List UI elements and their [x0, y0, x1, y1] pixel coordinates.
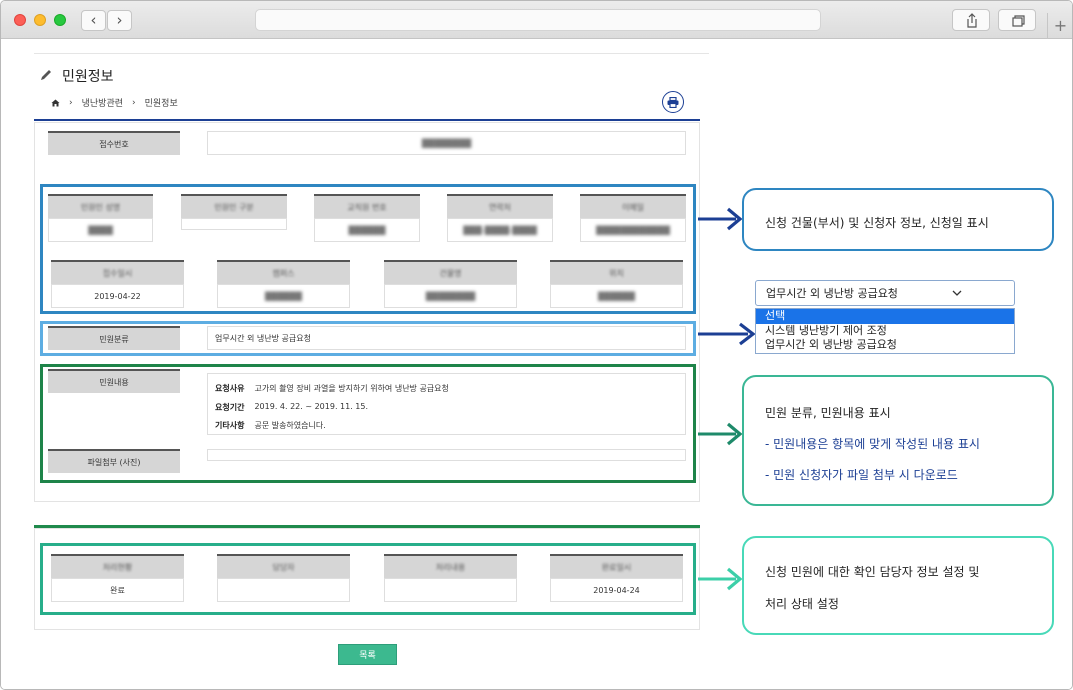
address-bar[interactable] [255, 9, 821, 31]
receipt-number-label: 접수번호 [48, 131, 180, 155]
back-button[interactable]: ‹ [81, 10, 106, 31]
close-window-button[interactable] [14, 14, 26, 26]
category-select[interactable]: 업무시간 외 냉난방 공급요청 [755, 280, 1015, 306]
chevron-down-icon [952, 290, 962, 296]
minimize-window-button[interactable] [34, 14, 46, 26]
callout-applicant-info: 신청 건물(부서) 및 신청자 정보, 신청일 표시 [742, 188, 1054, 251]
processing-highlight [40, 543, 696, 615]
callout-processing-line1: 신청 민원에 대한 확인 담당자 정보 설정 및 [765, 565, 980, 579]
arrow-right-icon [698, 422, 743, 446]
new-tab-button[interactable]: + [1047, 13, 1072, 39]
pencil-icon [41, 70, 51, 80]
home-icon[interactable] [51, 99, 60, 107]
browser-titlebar: ‹ › + [1, 1, 1072, 39]
chevron-left-icon: ‹ [90, 11, 97, 29]
share-icon [967, 13, 977, 28]
arrow-right-icon [698, 567, 743, 591]
print-button[interactable] [662, 91, 684, 113]
breadcrumb-separator: › [132, 97, 136, 108]
receipt-number-text: ████████ [421, 138, 472, 148]
arrow-right-icon [698, 322, 756, 346]
breadcrumb-item-complaint: 민원정보 [144, 99, 178, 109]
dropdown-option-select[interactable]: 선택 [756, 309, 1014, 324]
receipt-number-value: ████████ [207, 131, 686, 155]
chevron-right-icon: › [116, 11, 123, 29]
page-content: 민원정보 › 냉난방관련 › 민원정보 접수번호 ████████ 민원인 성명… [1, 40, 1072, 689]
category-dropdown-list: 선택 시스템 냉난방기 제어 조정 업무시간 외 냉난방 공급요청 [755, 308, 1015, 354]
breadcrumb: › 냉난방관련 › 민원정보 [51, 96, 178, 109]
share-button[interactable] [952, 9, 990, 31]
dropdown-option-system-control[interactable]: 시스템 냉난방기 제어 조정 [756, 324, 1014, 339]
dropdown-option-after-hours[interactable]: 업무시간 외 냉난방 공급요청 [756, 338, 1014, 353]
printer-icon [667, 96, 679, 108]
callout-category-title: 민원 분류, 민원내용 표시 [765, 406, 891, 420]
plus-icon: + [1053, 16, 1068, 35]
zoom-window-button[interactable] [54, 14, 66, 26]
processing-divider [34, 525, 700, 528]
breadcrumb-separator: › [69, 97, 73, 108]
header-divider [34, 119, 700, 121]
tabs-icon [1012, 15, 1025, 27]
list-button[interactable]: 목록 [338, 644, 397, 665]
top-divider [34, 53, 709, 54]
arrow-right-icon [698, 207, 743, 231]
callout-category-content: 민원 분류, 민원내용 표시 - 민원내용은 항목에 맞게 작성된 내용 표시 … [742, 375, 1054, 506]
breadcrumb-item-hvac[interactable]: 냉난방관련 [82, 96, 123, 109]
content-highlight [40, 364, 696, 483]
callout-processing-line2: 처리 상태 설정 [765, 597, 839, 611]
tabs-overview-button[interactable] [998, 9, 1036, 31]
page-title: 민원정보 [62, 69, 114, 85]
callout-attachment-note: - 민원 신청자가 파일 첨부 시 다운로드 [765, 468, 958, 482]
forward-button[interactable]: › [107, 10, 132, 31]
callout-processing: 신청 민원에 대한 확인 담당자 정보 설정 및 처리 상태 설정 [742, 536, 1054, 635]
callout-applicant-text: 신청 건물(부서) 및 신청자 정보, 신청일 표시 [765, 216, 989, 230]
category-highlight [40, 321, 696, 356]
callout-content-note: - 민원내용은 항목에 맞게 작성된 내용 표시 [765, 437, 980, 451]
browser-window: ‹ › + 민원정보 › 냉난방관련 › 민원정보 접수번호 ████████ … [0, 0, 1073, 690]
category-select-value: 업무시간 외 냉난방 공급요청 [766, 287, 898, 300]
applicant-info-highlight [40, 184, 696, 314]
